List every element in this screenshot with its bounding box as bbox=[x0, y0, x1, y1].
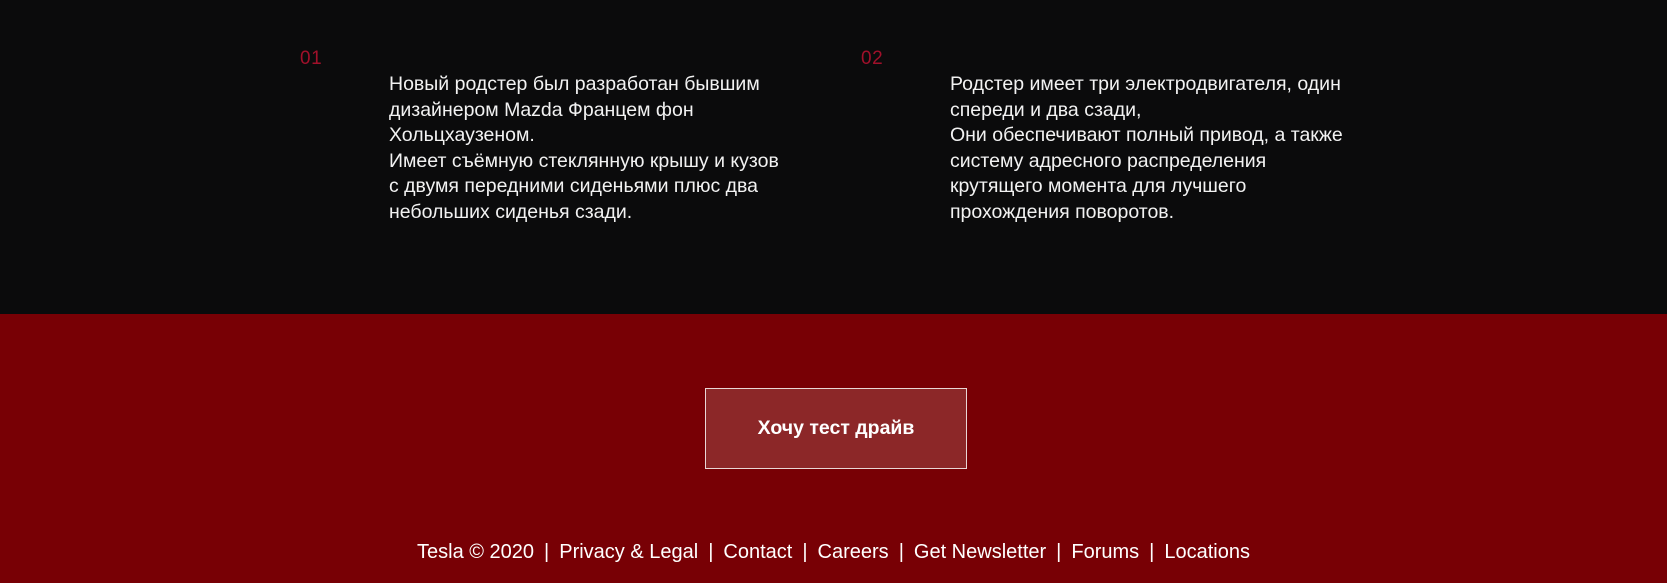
footer-link-forums[interactable]: Forums bbox=[1071, 541, 1139, 564]
feature-description: Родстер имеет три электродвигателя, один… bbox=[950, 73, 1343, 223]
footer-link-locations[interactable]: Locations bbox=[1164, 541, 1250, 564]
footer-link-careers[interactable]: Careers bbox=[818, 541, 889, 564]
test-drive-button[interactable]: Хочу тест драйв bbox=[705, 388, 967, 469]
copyright-text: Tesla © 2020 bbox=[417, 541, 535, 563]
features-section: 01 Новый родстер был разработан бывшим д… bbox=[0, 0, 1667, 314]
feature-number: 02 bbox=[861, 48, 884, 69]
feature-description: Новый родстер был разработан бывшим диза… bbox=[389, 73, 779, 223]
footer-separator: | bbox=[1056, 541, 1062, 563]
footer-separator: | bbox=[898, 541, 904, 563]
feature-number: 01 bbox=[300, 48, 323, 69]
footer-separator: | bbox=[802, 541, 808, 563]
footer-separator: | bbox=[544, 541, 550, 563]
cta-section: Хочу тест драйв Tesla © 2020 | Privacy &… bbox=[0, 314, 1667, 583]
footer-link-newsletter[interactable]: Get Newsletter bbox=[914, 541, 1046, 564]
footer-separator: | bbox=[708, 541, 714, 563]
footer: Tesla © 2020 | Privacy & Legal | Contact… bbox=[0, 541, 1667, 564]
footer-separator: | bbox=[1149, 541, 1155, 563]
footer-link-privacy-legal[interactable]: Privacy & Legal bbox=[559, 541, 698, 564]
footer-link-contact[interactable]: Contact bbox=[723, 541, 792, 564]
